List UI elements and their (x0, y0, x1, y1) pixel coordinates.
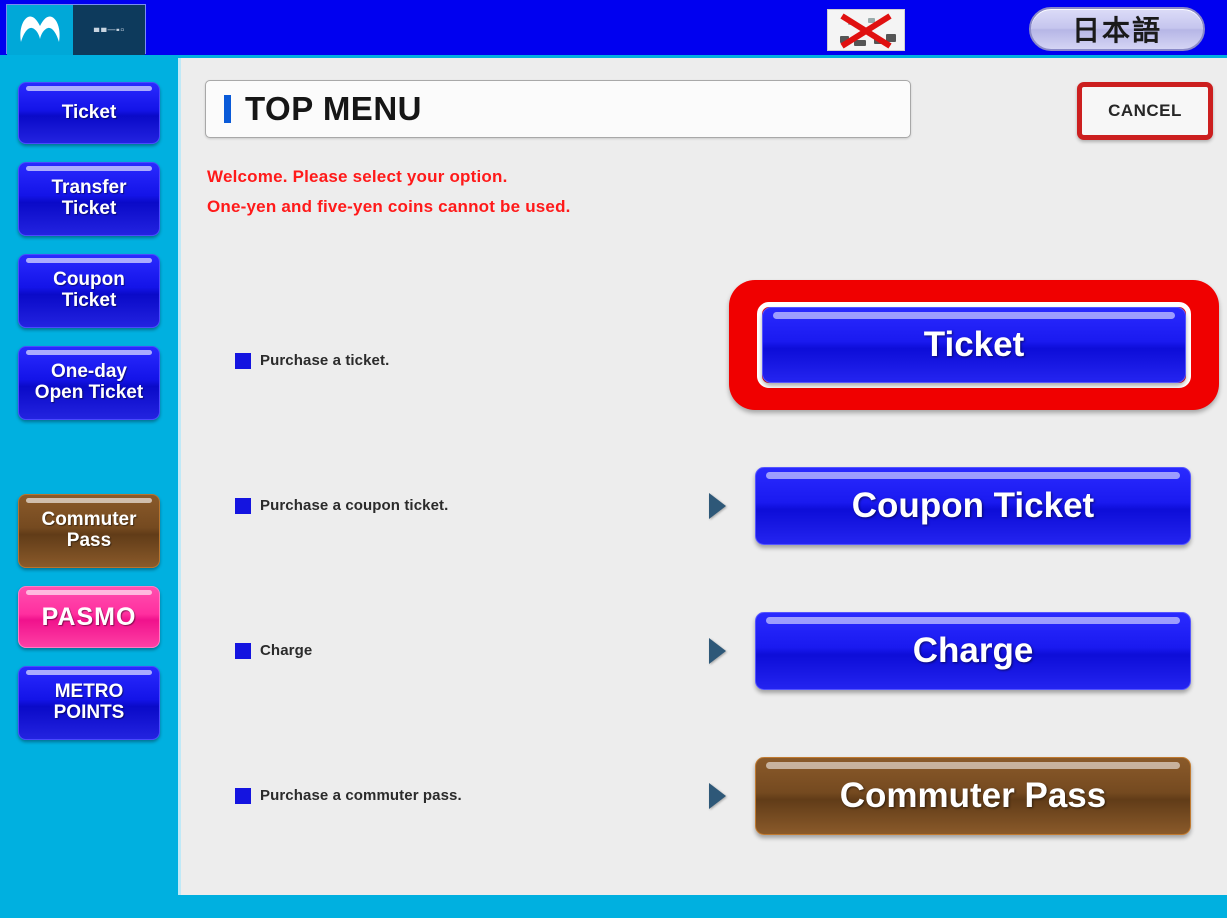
bullet-square-icon (235, 352, 251, 369)
bullet-square-icon (235, 642, 251, 659)
menu-row-coupon-ticket: Purchase a coupon ticket. Coupon Ticket (181, 433, 1227, 578)
action-button-ticket[interactable]: Ticket (762, 307, 1186, 383)
bullet-square-icon (235, 497, 251, 514)
action-button-label: Ticket (923, 325, 1025, 364)
top-bar: ■■─▪▫ 日本語 (0, 0, 1227, 58)
menu-row-description: Charge (260, 642, 313, 659)
ticket-machine-screen: ■■─▪▫ 日本語 Ticket Transfer Ticket Coupon … (0, 0, 1227, 918)
notice-line-1: Welcome. Please select your option. (207, 167, 508, 186)
brand-logo-group: ■■─▪▫ (6, 4, 146, 55)
language-toggle-button[interactable]: 日本語 (1029, 7, 1205, 51)
sidebar-item-label: Commuter Pass (41, 509, 137, 551)
sidebar-item-metro-points[interactable]: METRO POINTS (18, 666, 160, 740)
sidebar-item-label: PASMO (41, 602, 137, 631)
menu-row-description-group: Purchase a ticket. (235, 352, 389, 369)
sidebar-item-label: Transfer Ticket (51, 177, 127, 219)
menu-row-description-group: Purchase a coupon ticket. (235, 497, 448, 514)
sidebar-item-coupon-ticket[interactable]: Coupon Ticket (18, 254, 160, 328)
menu-row-description: Purchase a ticket. (260, 352, 390, 369)
notice-message: Welcome. Please select your option. One-… (207, 162, 571, 222)
sidebar-item-pasmo[interactable]: PASMO (18, 586, 160, 648)
bottom-cyan-strip (0, 895, 1227, 918)
action-button-label: Charge (912, 630, 1034, 670)
page-title-bar: TOP MENU (205, 80, 911, 138)
main-content: TOP MENU CANCEL Welcome. Please select y… (178, 58, 1227, 895)
action-button-label: Coupon Ticket (851, 485, 1095, 525)
action-button-label: Commuter Pass (839, 775, 1107, 815)
sidebar-item-label: Coupon Ticket (53, 269, 125, 311)
menu-options-list: Purchase a ticket. Ticket Purchase a cou… (181, 280, 1227, 868)
sidebar-item-transfer-ticket[interactable]: Transfer Ticket (18, 162, 160, 236)
menu-row-description: Purchase a coupon ticket. (260, 497, 449, 514)
notice-line-2: One-yen and five-yen coins cannot be use… (207, 196, 571, 216)
secondary-logo-panel: ■■─▪▫ (73, 5, 145, 55)
language-toggle-label: 日本語 (1071, 15, 1162, 46)
action-button-commuter-pass[interactable]: Commuter Pass (755, 756, 1191, 835)
sidebar-item-label: One-day Open Ticket (34, 361, 144, 403)
arrow-right-icon (709, 492, 726, 519)
bullet-square-icon (235, 787, 251, 804)
arrow-right-icon (709, 637, 726, 664)
sidebar-item-ticket[interactable]: Ticket (18, 82, 160, 144)
menu-row-ticket: Purchase a ticket. Ticket (181, 280, 1227, 433)
arrow-right-icon (709, 782, 726, 809)
title-accent-bar (224, 95, 231, 123)
cancel-button-label: CANCEL (1108, 101, 1182, 120)
sidebar-item-label: Ticket (61, 101, 117, 123)
sidebar: Ticket Transfer Ticket Coupon Ticket One-d… (0, 58, 178, 918)
tokyo-metro-m-logo-icon (7, 5, 73, 55)
menu-row-commuter-pass: Purchase a commuter pass. Commuter Pass (181, 723, 1227, 868)
menu-row-description-group: Charge (235, 642, 312, 659)
menu-row-description: Purchase a commuter pass. (260, 787, 462, 804)
sidebar-item-commuter-pass[interactable]: Commuter Pass (18, 494, 160, 568)
sidebar-item-label: METRO POINTS (53, 681, 125, 723)
action-button-charge[interactable]: Charge (755, 611, 1191, 690)
page-title: TOP MENU (245, 90, 422, 127)
sidebar-item-one-day-open-ticket[interactable]: One-day Open Ticket (18, 346, 160, 420)
menu-row-charge: Charge Charge (181, 578, 1227, 723)
menu-row-description-group: Purchase a commuter pass. (235, 787, 462, 804)
secondary-logo-text: ■■─▪▫ (93, 25, 125, 35)
cancel-button[interactable]: CANCEL (1077, 82, 1213, 140)
action-button-coupon-ticket[interactable]: Coupon Ticket (755, 466, 1191, 545)
broken-image-red-x-icon (827, 9, 905, 51)
highlight-ring: Ticket (729, 280, 1219, 410)
